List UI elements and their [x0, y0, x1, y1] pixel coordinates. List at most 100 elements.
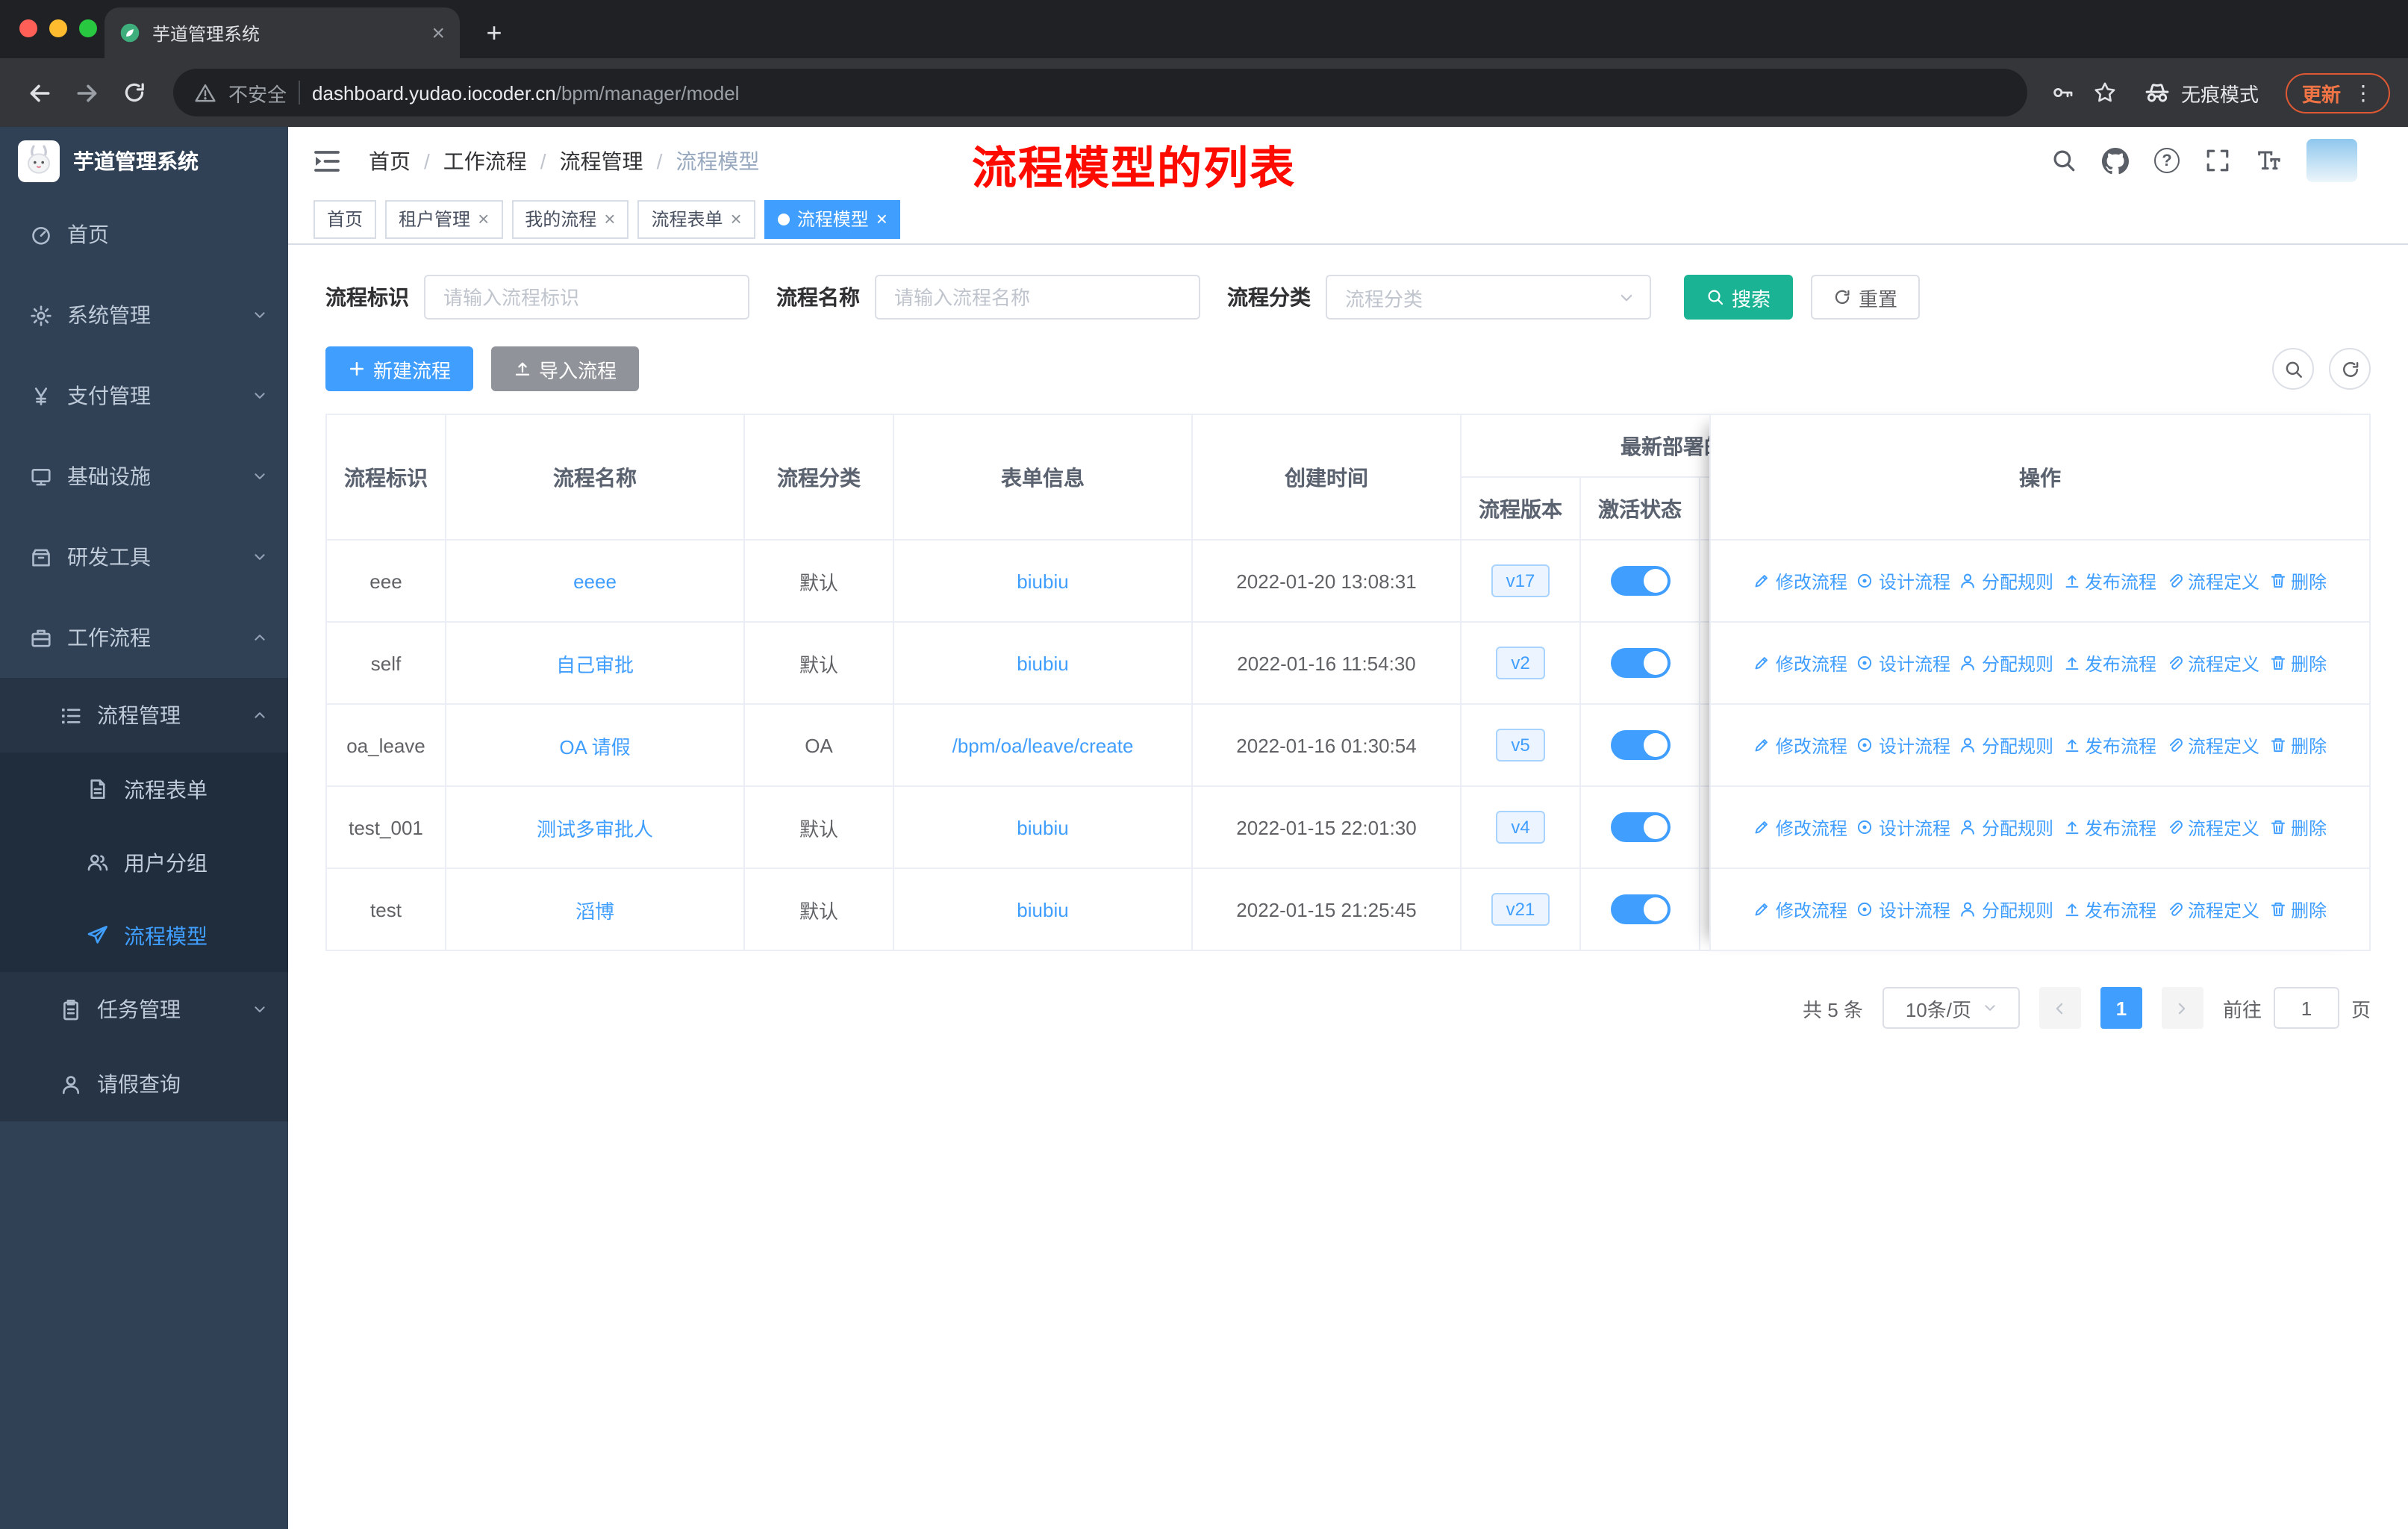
delete-link[interactable]: 删除 [2268, 815, 2327, 840]
modify-process-link[interactable]: 修改流程 [1753, 732, 1847, 758]
sidebar-item-system[interactable]: 系统管理 [0, 275, 288, 355]
active-toggle[interactable] [1610, 648, 1670, 678]
hamburger-icon[interactable] [312, 146, 342, 175]
search-icon[interactable] [2051, 148, 2077, 173]
assign-rule-link[interactable]: 分配规则 [1959, 650, 2053, 676]
design-process-link[interactable]: 设计流程 [1856, 732, 1950, 758]
modify-process-link[interactable]: 修改流程 [1753, 815, 1847, 840]
url-text[interactable]: dashboard.yudao.iocoder.cn/bpm/manager/m… [312, 81, 739, 104]
publish-process-link[interactable]: 发布流程 [2062, 650, 2156, 676]
form-info-link[interactable]: biubiu [1017, 652, 1068, 674]
assign-rule-link[interactable]: 分配规则 [1959, 897, 2053, 922]
page-size-select[interactable]: 10条/页 [1882, 987, 2020, 1029]
publish-process-link[interactable]: 发布流程 [2062, 568, 2156, 594]
active-toggle[interactable] [1610, 730, 1670, 760]
design-process-link[interactable]: 设计流程 [1856, 568, 1950, 594]
import-process-button[interactable]: 导入流程 [491, 346, 640, 391]
process-category-select[interactable]: 流程分类 [1326, 275, 1651, 320]
browser-tab[interactable]: 芋道管理系统 × [105, 7, 460, 58]
key-icon[interactable] [2051, 81, 2075, 105]
process-name-link[interactable]: OA 请假 [559, 735, 630, 758]
minimize-window-button[interactable] [49, 19, 67, 37]
process-id-input[interactable] [424, 275, 749, 320]
tab-process-form[interactable]: 流程表单 × [637, 199, 755, 238]
process-definition-link[interactable]: 流程定义 [2165, 897, 2259, 922]
github-icon[interactable] [2102, 147, 2129, 174]
sidebar-item-payment[interactable]: 支付管理 [0, 355, 288, 436]
sidebar-item-process-form[interactable]: 流程表单 [0, 753, 288, 826]
close-window-button[interactable] [19, 19, 37, 37]
breadcrumb-process-management[interactable]: 流程管理 [560, 146, 643, 175]
assign-rule-link[interactable]: 分配规则 [1959, 815, 2053, 840]
design-process-link[interactable]: 设计流程 [1856, 650, 1950, 676]
sidebar-item-task-management[interactable]: 任务管理 [0, 972, 288, 1047]
sidebar-item-leave-query[interactable]: 请假查询 [0, 1047, 288, 1121]
close-icon[interactable]: × [604, 208, 615, 230]
publish-process-link[interactable]: 发布流程 [2062, 897, 2156, 922]
bookmark-star-icon[interactable] [2093, 81, 2117, 105]
maximize-window-button[interactable] [79, 19, 97, 37]
process-name-link[interactable]: 自己审批 [556, 653, 634, 676]
tab-my-process[interactable]: 我的流程 × [511, 199, 629, 238]
browser-menu-icon[interactable]: ⋮ [2353, 80, 2374, 105]
forward-button[interactable] [66, 72, 107, 113]
close-icon[interactable]: × [731, 208, 742, 230]
tab-close-icon[interactable]: × [431, 22, 445, 44]
active-toggle[interactable] [1610, 812, 1670, 842]
close-icon[interactable]: × [478, 208, 489, 230]
modify-process-link[interactable]: 修改流程 [1753, 568, 1847, 594]
address-bar[interactable]: 不安全 dashboard.yudao.iocoder.cn/bpm/manag… [173, 69, 2027, 116]
form-info-link[interactable]: biubiu [1017, 570, 1068, 592]
next-page-button[interactable] [2161, 987, 2203, 1029]
form-info-link[interactable]: biubiu [1017, 898, 1068, 921]
show-search-button[interactable] [2272, 348, 2314, 390]
active-toggle[interactable] [1610, 566, 1670, 596]
assign-rule-link[interactable]: 分配规则 [1959, 568, 2053, 594]
sidebar-item-infrastructure[interactable]: 基础设施 [0, 436, 288, 517]
delete-link[interactable]: 删除 [2268, 897, 2327, 922]
close-icon[interactable]: × [876, 208, 888, 230]
process-definition-link[interactable]: 流程定义 [2165, 568, 2259, 594]
delete-link[interactable]: 删除 [2268, 650, 2327, 676]
sidebar-item-process-management[interactable]: 流程管理 [0, 678, 288, 753]
process-name-link[interactable]: eeee [573, 570, 617, 592]
delete-link[interactable]: 删除 [2268, 732, 2327, 758]
avatar[interactable] [2306, 139, 2357, 182]
goto-page-input[interactable] [2273, 987, 2339, 1029]
breadcrumb-home[interactable]: 首页 [369, 146, 411, 175]
sidebar-item-dev-tools[interactable]: 研发工具 [0, 517, 288, 597]
form-info-link[interactable]: /bpm/oa/leave/create [952, 734, 1134, 756]
reload-button[interactable] [113, 72, 155, 113]
prev-page-button[interactable] [2039, 987, 2081, 1029]
font-size-icon[interactable] [2256, 148, 2281, 173]
security-label[interactable]: 不安全 [228, 78, 287, 107]
tab-tenant-management[interactable]: 租户管理 × [385, 199, 503, 238]
design-process-link[interactable]: 设计流程 [1856, 815, 1950, 840]
form-info-link[interactable]: biubiu [1017, 816, 1068, 838]
sidebar-item-workflow[interactable]: 工作流程 [0, 597, 288, 678]
sidebar-item-home[interactable]: 首页 [0, 194, 288, 275]
sidebar-item-user-group[interactable]: 用户分组 [0, 826, 288, 899]
assign-rule-link[interactable]: 分配规则 [1959, 732, 2053, 758]
modify-process-link[interactable]: 修改流程 [1753, 650, 1847, 676]
delete-link[interactable]: 删除 [2268, 568, 2327, 594]
process-definition-link[interactable]: 流程定义 [2165, 815, 2259, 840]
process-name-link[interactable]: 测试多审批人 [537, 818, 653, 840]
design-process-link[interactable]: 设计流程 [1856, 897, 1950, 922]
sidebar-item-process-model[interactable]: 流程模型 [0, 899, 288, 972]
reset-button[interactable]: 重置 [1811, 275, 1921, 320]
fullscreen-icon[interactable] [2205, 148, 2230, 173]
process-name-input[interactable] [875, 275, 1200, 320]
process-definition-link[interactable]: 流程定义 [2165, 732, 2259, 758]
process-definition-link[interactable]: 流程定义 [2165, 650, 2259, 676]
refresh-table-button[interactable] [2329, 348, 2371, 390]
help-icon[interactable]: ? [2154, 148, 2180, 173]
publish-process-link[interactable]: 发布流程 [2062, 815, 2156, 840]
breadcrumb-workflow[interactable]: 工作流程 [443, 146, 527, 175]
active-toggle[interactable] [1610, 894, 1670, 924]
back-button[interactable] [18, 72, 60, 113]
search-button[interactable]: 搜索 [1684, 275, 1794, 320]
current-page-button[interactable]: 1 [2100, 987, 2142, 1029]
process-name-link[interactable]: 滔博 [576, 900, 614, 922]
publish-process-link[interactable]: 发布流程 [2062, 732, 2156, 758]
